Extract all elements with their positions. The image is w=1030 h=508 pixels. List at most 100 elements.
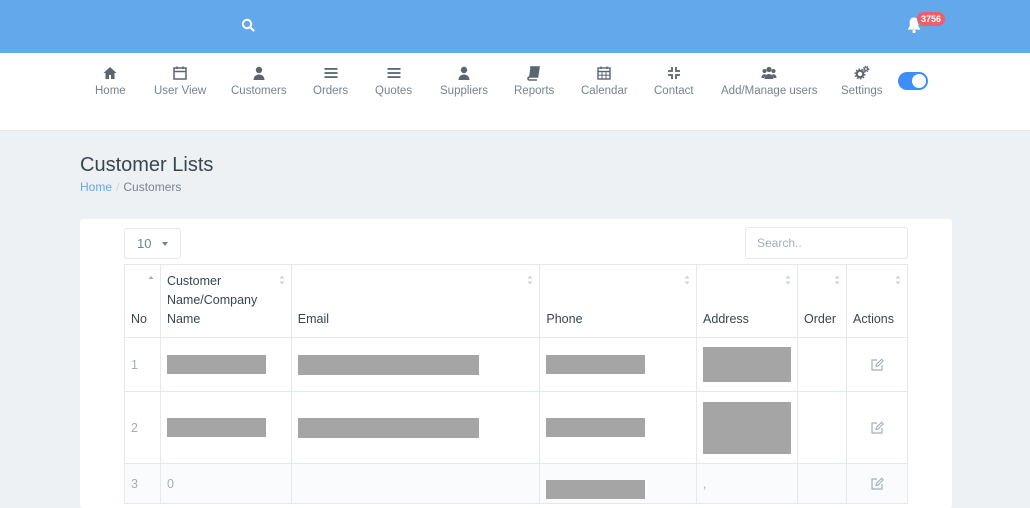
sort-icon — [279, 275, 285, 285]
toggle-knob — [912, 74, 926, 88]
nav-item-label: Quotes — [375, 85, 413, 97]
nav-item-label: Orders — [313, 85, 349, 97]
page-length-value: 10 — [137, 236, 152, 251]
nav-item-quotes[interactable]: Quotes — [375, 65, 412, 97]
column-label: Address — [703, 312, 749, 326]
calendar-grid-icon — [597, 66, 612, 80]
cell-address: , — [696, 463, 799, 504]
nav-item-label: Settings — [841, 85, 883, 97]
gears-icon — [854, 65, 870, 80]
sort-icon — [785, 275, 791, 285]
nav-item-calendar[interactable]: Calendar — [581, 65, 628, 97]
customers-table: No Customer Name/Company Name Email Phon… — [124, 264, 908, 504]
top-header: 3756 — [0, 0, 1030, 53]
sort-icon — [895, 275, 901, 285]
column-header-address[interactable]: Address — [696, 264, 799, 338]
page-title: Customer Lists — [80, 154, 214, 176]
column-label-line: Name/Company — [166, 293, 258, 307]
column-header-actions[interactable]: Actions — [846, 264, 908, 338]
nav-item-suppliers[interactable]: Suppliers — [440, 65, 488, 97]
column-header-no[interactable]: No — [124, 264, 161, 338]
chevron-down-icon — [162, 242, 168, 246]
column-label: No — [131, 312, 147, 326]
column-header-order[interactable]: Order — [797, 264, 848, 338]
cell-phone — [539, 337, 698, 392]
cell-actions — [846, 337, 908, 392]
nav-item-label: User View — [154, 85, 207, 97]
page-length-select[interactable]: 10 — [124, 228, 181, 259]
cell-no: 1 — [124, 337, 161, 392]
sort-icon — [834, 275, 840, 285]
cell-actions — [846, 391, 908, 464]
user-icon — [253, 66, 265, 80]
nav-item-add-manage-users[interactable]: Add/Manage users — [721, 65, 818, 97]
column-label: Phone — [546, 312, 583, 326]
cell-email — [290, 391, 541, 464]
redacted-block — [546, 355, 646, 374]
nav-item-label: Customers — [231, 85, 287, 97]
search-icon[interactable] — [240, 17, 256, 33]
redacted-block — [297, 354, 479, 375]
redacted-block — [166, 355, 266, 374]
cell-no: 3 — [124, 463, 161, 504]
breadcrumb-separator: / — [116, 180, 120, 194]
nav-item-orders[interactable]: Orders — [313, 65, 348, 97]
cell-order — [797, 463, 848, 504]
column-label: Order — [804, 312, 836, 326]
cell-actions — [846, 463, 908, 504]
nav-item-customers[interactable]: Customers — [231, 65, 287, 97]
nav-item-contact[interactable]: Contact — [654, 65, 694, 97]
column-label: Actions — [853, 312, 895, 326]
edit-icon[interactable] — [870, 477, 884, 490]
nav-item-reports[interactable]: Reports — [514, 65, 554, 97]
column-label-line: Name — [166, 312, 201, 326]
user-icon — [458, 66, 470, 80]
cell-email — [290, 337, 541, 392]
cell-address — [696, 337, 799, 392]
sort-icon — [527, 275, 533, 285]
column-label-line: Customer — [166, 274, 222, 288]
edit-icon[interactable] — [870, 421, 884, 434]
breadcrumb-home-link[interactable]: Home — [80, 180, 112, 194]
home-icon — [103, 67, 117, 79]
nav-item-label: Calendar — [581, 85, 628, 97]
cell-order — [797, 391, 848, 464]
cell-phone — [539, 463, 698, 504]
table-row[interactable]: 3 0 , — [124, 463, 908, 504]
cell-name — [159, 337, 292, 392]
users-icon — [761, 66, 777, 79]
column-header-phone[interactable]: Phone — [539, 264, 698, 338]
sort-icon — [684, 275, 690, 285]
menu-lines-icon — [387, 68, 401, 78]
notification-count-badge: 3756 — [917, 12, 946, 26]
compress-icon — [667, 67, 680, 79]
nav-item-label: Reports — [514, 85, 555, 97]
table-row[interactable]: 2 — [124, 391, 908, 464]
calendar-icon — [173, 66, 187, 80]
redacted-block — [546, 480, 646, 499]
table-search-input[interactable] — [745, 227, 908, 259]
cell-phone — [539, 391, 698, 464]
navbar-divider — [0, 130, 1030, 131]
redacted-block — [703, 347, 792, 382]
column-label: Email — [297, 312, 330, 326]
nav-item-home[interactable]: Home — [95, 65, 126, 97]
column-header-email[interactable]: Email — [290, 264, 541, 338]
sort-asc-icon — [148, 276, 154, 279]
breadcrumb: Home / Customers — [80, 180, 181, 194]
main-navbar: Home User View Customers Orders Quotes S… — [0, 53, 1030, 131]
table-row[interactable]: 1 — [124, 337, 908, 392]
column-header-customer-name[interactable]: Customer Name/Company Name — [159, 264, 292, 338]
nav-item-label: Suppliers — [440, 85, 488, 97]
cell-order — [797, 337, 848, 392]
nav-item-user-view[interactable]: User View — [154, 65, 206, 97]
breadcrumb-current: Customers — [123, 180, 182, 194]
cell-address — [696, 391, 799, 464]
theme-toggle[interactable] — [898, 72, 928, 90]
menu-lines-icon — [324, 68, 338, 78]
cell-email — [290, 463, 541, 504]
edit-icon[interactable] — [870, 358, 884, 371]
redacted-block — [297, 417, 479, 438]
nav-item-settings[interactable]: Settings — [841, 65, 883, 97]
nav-item-label: Contact — [654, 85, 694, 97]
